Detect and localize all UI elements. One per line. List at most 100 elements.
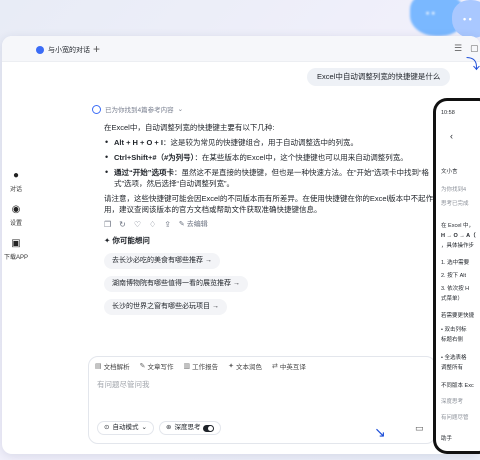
phone-line: 3. 依次按 H bbox=[441, 286, 470, 292]
sidebar-item-download[interactable]: ▣ 下载APP bbox=[2, 238, 30, 261]
tool-text-polish[interactable]: ✦ 文本润色 bbox=[228, 361, 262, 371]
copy-icon[interactable]: ❐ bbox=[104, 220, 111, 229]
phone-time: 10:58 bbox=[441, 110, 455, 116]
phone-line: 在 Excel 中， bbox=[441, 223, 475, 229]
tool-label: 文章写作 bbox=[147, 364, 174, 371]
phone-line: 式菜单） bbox=[441, 296, 464, 302]
phone-title: 文小言 bbox=[441, 169, 458, 175]
list-item: 通过“开始”选项卡：虽然这不是直接的快捷键，但也是一种快速方法。在“开始”选项卡… bbox=[104, 167, 435, 189]
answer-note: 请注意，这些快捷键可能会因Excel的不同版本而有所差异。在使用快捷键在你的Ex… bbox=[104, 194, 434, 214]
sidebar-item-label: 下载APP bbox=[3, 255, 28, 261]
tool-label: 中英互译 bbox=[279, 364, 306, 371]
mode-select[interactable]: ⊙ 自动模式 ⌄ bbox=[97, 421, 154, 435]
sidebar-item-chat[interactable]: ● 对话 bbox=[2, 170, 30, 193]
list-item: Ctrl+Shift+#（#为列号）：在某些版本的Excel中，这个快捷键也可以… bbox=[104, 152, 435, 163]
assistant-logo-icon bbox=[92, 104, 101, 114]
bullet-bold: Alt + H + O + I bbox=[114, 138, 163, 147]
phone-line: ，具体操作步 bbox=[441, 243, 475, 249]
phone-line: 2. 按下 Alt bbox=[441, 273, 467, 279]
thumbs-up-icon[interactable]: ♡ bbox=[134, 220, 141, 229]
phone-input[interactable]: 有问题尽管 bbox=[441, 413, 469, 421]
tool-translate[interactable]: ⇄ 中英互译 bbox=[272, 361, 306, 371]
folder-icon[interactable]: ▭ bbox=[415, 423, 424, 434]
settings-icon: ◉ bbox=[11, 204, 21, 215]
bullet-text: ：这是较为常见的快捷键组合，用于自动调整选中的列宽。 bbox=[162, 138, 358, 147]
tab-strip: 与小宽的对话 + ☰ ▢ bbox=[2, 36, 480, 62]
pen-icon: ✎ bbox=[139, 363, 146, 370]
answer-intro: 在Excel中，自动调整列宽的快捷键主要有以下几种: bbox=[104, 123, 275, 132]
app-logo-icon bbox=[36, 46, 44, 54]
tool-article-writing[interactable]: ✎ 文章写作 bbox=[140, 361, 174, 371]
user-message-bubble: Excel中自动调整列宽的快捷键是什么 bbox=[307, 68, 451, 86]
app-window: 与小宽的对话 + ☰ ▢ ● 对话 ◉ 设置 ▣ 下载APP Excel中自动调… bbox=[2, 36, 480, 454]
bullet-bold: 通过“开始”选项卡 bbox=[114, 168, 174, 177]
list-item: Alt + H + O + I：这是较为常见的快捷键组合，用于自动调整选中的列宽… bbox=[104, 137, 435, 148]
deep-think-label: 深度思考 bbox=[174, 424, 201, 431]
thumbs-down-icon[interactable]: ♢ bbox=[149, 220, 156, 229]
phone-line: H → O → A（ bbox=[441, 233, 476, 239]
answer-bullets: Alt + H + O + I：这是较为常见的快捷键组合，用于自动调整选中的列宽… bbox=[90, 137, 435, 189]
phone-screen: 10:58 ‹ 文小言 为你找到4 思考已完成 在 Excel 中， H → O… bbox=[436, 101, 480, 451]
edit-label: 去编辑 bbox=[186, 221, 208, 228]
tab-label: 与小宽的对话 bbox=[48, 47, 90, 54]
phone-line: 为你找到4 bbox=[441, 187, 467, 193]
phone-deep-think[interactable]: 深度思考 bbox=[441, 397, 463, 405]
translate-icon: ⇄ bbox=[272, 363, 278, 370]
tab-conversation[interactable]: 与小宽的对话 bbox=[32, 42, 98, 58]
phone-line: • 全选表格 bbox=[441, 355, 467, 361]
sidebar: ● 对话 ◉ 设置 ▣ 下载APP bbox=[2, 62, 30, 454]
answer-actions: ❐ ↻ ♡ ♢ ⇪ ✎ 去编辑 bbox=[90, 219, 435, 229]
chat-icon: ● bbox=[12, 170, 20, 181]
arrow-icon-2: ⤵ bbox=[466, 56, 480, 72]
tool-bar: ▤ 文档解析 ✎ 文章写作 ▥ 工作报告 ✦ 文本润色 ⇄ 中英互译 bbox=[95, 361, 306, 371]
chevron-down-icon: ⌄ bbox=[141, 424, 147, 431]
suggestion-list: 去长沙必吃的美食有哪些推荐 → 湖南博物院有哪些值得一看的展览推荐 → 长沙的世… bbox=[90, 246, 435, 315]
phone-line: 不同版本 Exc bbox=[441, 383, 474, 389]
tool-label: 文档解析 bbox=[103, 364, 130, 371]
refresh-icon[interactable]: ↻ bbox=[119, 220, 126, 229]
phone-line: 思考已完成 bbox=[441, 201, 469, 207]
phone-mockup: 10:58 ‹ 文小言 为你找到4 思考已完成 在 Excel 中， H → O… bbox=[433, 98, 480, 454]
deep-think-icon: ⊛ bbox=[166, 424, 172, 431]
download-icon: ▣ bbox=[11, 238, 21, 249]
chat-input[interactable]: 有问题尽管问我 bbox=[97, 379, 150, 390]
tool-label: 工作报告 bbox=[192, 364, 219, 371]
new-tab-plus-icon[interactable]: + bbox=[93, 43, 100, 55]
mascot-blob-icon-2: • • bbox=[452, 0, 480, 38]
tool-label: 文本润色 bbox=[236, 364, 262, 371]
tool-doc-parse[interactable]: ▤ 文档解析 bbox=[95, 361, 130, 371]
phone-line: 调整所有 bbox=[441, 365, 464, 371]
deep-think-toggle[interactable]: ⊛ 深度思考 bbox=[159, 421, 222, 435]
sidebar-item-label: 设置 bbox=[9, 221, 22, 227]
phone-line: 1. 选中需要 bbox=[441, 260, 470, 266]
sidebar-item-label: 对话 bbox=[9, 187, 22, 193]
suggestion-chip[interactable]: 去长沙必吃的美食有哪些推荐 → bbox=[104, 253, 220, 269]
phone-line: • 双击列标 bbox=[441, 327, 467, 333]
suggestion-chip[interactable]: 湖南博物院有哪些值得一看的展览推荐 → bbox=[104, 276, 248, 292]
document-icon: ▤ bbox=[95, 363, 102, 370]
suggestion-chip[interactable]: 长沙的世界之窗有哪些必玩项目 → bbox=[104, 299, 227, 315]
toggle-switch[interactable] bbox=[203, 424, 215, 432]
bullet-bold: Ctrl+Shift+#（#为列号） bbox=[114, 153, 195, 162]
menu-lines-icon[interactable]: ☰ bbox=[454, 44, 462, 53]
reference-row[interactable]: 已为你找到4篇参考内容 ⌄ bbox=[92, 104, 435, 114]
assistant-answer: 已为你找到4篇参考内容 ⌄ 在Excel中，自动调整列宽的快捷键主要有以下几种:… bbox=[90, 104, 435, 315]
back-arrow-icon[interactable]: ‹ bbox=[450, 131, 453, 141]
bullet-text: ：在某些版本的Excel中，这个快捷键也可以用来自动调整列宽。 bbox=[194, 153, 408, 162]
sidebar-item-settings[interactable]: ◉ 设置 bbox=[2, 204, 30, 227]
polish-icon: ✦ bbox=[228, 363, 234, 370]
mode-label: 自动模式 bbox=[112, 424, 139, 431]
mode-icon: ⊙ bbox=[104, 424, 110, 431]
reference-text: 已为你找到4篇参考内容 bbox=[105, 107, 174, 114]
phone-assistant-button[interactable]: 助手 bbox=[441, 434, 452, 442]
arrow-icon: ↘ bbox=[374, 424, 386, 440]
share-icon[interactable]: ⇪ bbox=[164, 220, 171, 229]
tool-work-report[interactable]: ▥ 工作报告 bbox=[184, 361, 219, 371]
edit-button[interactable]: ✎ 去编辑 bbox=[179, 219, 208, 229]
layout-icon[interactable]: ▢ bbox=[470, 44, 479, 53]
phone-line: 若需要更快捷 bbox=[441, 313, 475, 319]
report-icon: ▥ bbox=[183, 363, 191, 370]
phone-line: 标题右侧 bbox=[441, 337, 464, 343]
chevron-down-icon: ⌄ bbox=[177, 106, 184, 113]
suggest-heading: ✦ 你可能想问 bbox=[104, 236, 150, 245]
